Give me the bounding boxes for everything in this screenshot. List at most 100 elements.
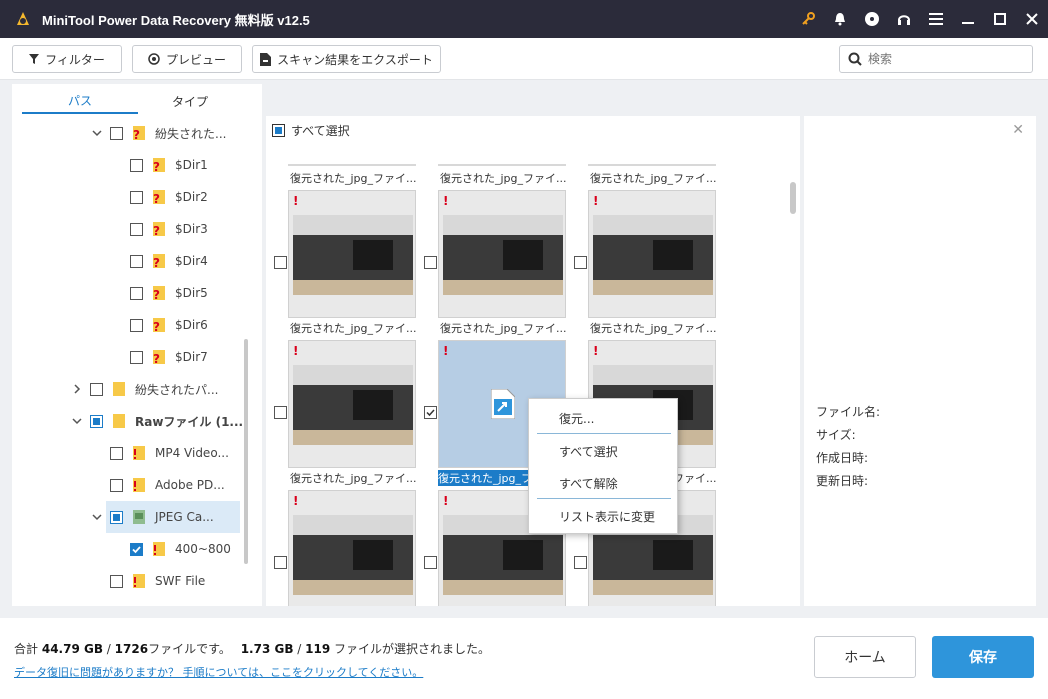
image-folder-icon — [131, 509, 147, 525]
menu-item-list-view[interactable]: リスト表示に変更 — [559, 508, 655, 525]
tree-checkbox[interactable] — [130, 190, 143, 204]
tree-checkbox[interactable] — [110, 574, 123, 588]
tree-item[interactable]: ? $Dir4 — [12, 245, 262, 277]
tree-checkbox[interactable] — [90, 382, 103, 396]
tree-checkbox[interactable] — [130, 350, 143, 364]
warning-icon: ! — [443, 494, 449, 508]
menu-item-deselect-all[interactable]: すべて解除 — [559, 475, 618, 492]
export-button[interactable]: スキャン結果をエクスポート — [252, 45, 441, 73]
warning-icon: ! — [593, 194, 599, 208]
save-button[interactable]: 保存 — [932, 636, 1034, 678]
file-checkbox[interactable] — [274, 406, 287, 419]
headset-icon[interactable] — [888, 0, 920, 38]
file-name[interactable]: 復元された_jpg_ファイ... — [290, 320, 420, 336]
select-all[interactable]: すべて選択 — [272, 122, 350, 139]
tree-checkbox[interactable] — [110, 478, 123, 492]
tree-checkbox[interactable] — [130, 222, 143, 236]
tab-type[interactable]: タイプ — [138, 88, 242, 114]
tree-item-label: $Dir7 — [175, 350, 208, 364]
tab-path[interactable]: パス — [22, 88, 138, 114]
chevron-down-icon[interactable] — [90, 510, 104, 524]
tree-item[interactable]: Rawファイル (1... — [12, 405, 262, 437]
tree-checkbox[interactable] — [130, 286, 143, 300]
file-thumbnail[interactable]: ! — [438, 190, 566, 318]
help-link[interactable]: データ復旧に問題がありますか？ 手順については、ここをクリックしてください。 — [14, 664, 423, 680]
left-panel: パス タイプ ? 紛失された... ? $Dir1 ? $Dir2 ? $Dir… — [12, 84, 262, 606]
photo-thumbnail — [443, 215, 563, 295]
photo-thumbnail — [293, 365, 413, 445]
file-checkbox[interactable] — [424, 556, 437, 569]
file-checkbox[interactable] — [574, 256, 587, 269]
folder-warning-icon — [151, 541, 167, 557]
tree-item[interactable]: JPEG Ca... — [12, 501, 262, 533]
file-name-selected[interactable]: 復元された_jpg_フ... — [438, 470, 534, 486]
tree-item[interactable]: ? $Dir5 — [12, 277, 262, 309]
tree-checkbox[interactable] — [110, 446, 123, 460]
file-thumbnail[interactable]: ! — [288, 490, 416, 606]
tree-item[interactable]: MP4 Video... — [12, 437, 262, 469]
warning-icon: ! — [443, 344, 449, 358]
menu-item-recover[interactable]: 復元... — [559, 410, 594, 427]
tree-checkbox[interactable] — [130, 318, 143, 332]
chevron-down-icon[interactable] — [90, 126, 104, 140]
file-thumbnail[interactable]: ! — [288, 190, 416, 318]
filter-button[interactable]: フィルター — [12, 45, 122, 73]
menu-item-select-all[interactable]: すべて選択 — [559, 443, 618, 460]
tree-checkbox[interactable] — [90, 414, 103, 428]
file-checkbox[interactable] — [274, 256, 287, 269]
tree-item[interactable]: ? $Dir6 — [12, 309, 262, 341]
search-input[interactable] — [868, 52, 1018, 66]
tree-checkbox[interactable] — [130, 254, 143, 268]
tree-scrollbar[interactable] — [244, 339, 248, 564]
file-name[interactable]: 復元された_jpg_ファイ... — [590, 170, 720, 186]
tree-item[interactable]: SWF File — [12, 565, 262, 597]
tree-checkbox[interactable] — [130, 542, 143, 556]
file-name[interactable]: 復元された_jpg_ファイ... — [290, 170, 420, 186]
close-icon[interactable] — [1016, 0, 1048, 38]
tree-item[interactable]: ? $Dir3 — [12, 213, 262, 245]
tree-item-label: $Dir5 — [175, 286, 208, 300]
disc-icon[interactable] — [856, 0, 888, 38]
tree-item[interactable]: ? $Dir1 — [12, 149, 262, 181]
grid-scrollbar[interactable] — [790, 182, 796, 214]
file-name[interactable]: 復元された_jpg_ファイ... — [290, 470, 420, 486]
tree-item[interactable]: 400~800 — [12, 533, 262, 565]
photo-thumbnail — [293, 215, 413, 295]
svg-text:?: ? — [153, 224, 160, 237]
tree-item[interactable]: ? $Dir2 — [12, 181, 262, 213]
file-thumbnail[interactable]: ! — [588, 190, 716, 318]
info-created-label: 作成日時: — [816, 451, 869, 465]
tree-item[interactable]: ? $Dir7 — [12, 341, 262, 373]
tree-checkbox[interactable] — [110, 126, 123, 140]
tree-checkbox[interactable] — [130, 158, 143, 172]
minimize-icon[interactable] — [952, 0, 984, 38]
file-name[interactable]: 復元された_jpg_ファイ... — [440, 170, 570, 186]
file-checkbox[interactable] — [274, 556, 287, 569]
chevron-down-icon[interactable] — [70, 414, 84, 428]
file-checkbox-checked[interactable] — [424, 406, 437, 419]
file-name[interactable]: 復元された_jpg_ファイ... — [590, 320, 720, 336]
search-box[interactable] — [839, 45, 1033, 73]
tree-item[interactable]: Adobe PD... — [12, 469, 262, 501]
bell-icon[interactable] — [824, 0, 856, 38]
svg-text:?: ? — [133, 128, 140, 141]
key-icon[interactable] — [792, 0, 824, 38]
tree-item[interactable]: ? 紛失された... — [12, 117, 262, 149]
tree-item[interactable]: 紛失されたパ... — [12, 373, 262, 405]
file-thumbnail[interactable]: ! — [288, 340, 416, 468]
svg-text:?: ? — [153, 192, 160, 205]
select-all-checkbox[interactable] — [272, 124, 285, 137]
file-checkbox[interactable] — [424, 256, 437, 269]
preview-button[interactable]: プレビュー — [132, 45, 242, 73]
home-button[interactable]: ホーム — [814, 636, 916, 678]
file-checkbox[interactable] — [574, 556, 587, 569]
title-bar: MiniTool Power Data Recovery 無料版 v12.5 — [0, 0, 1048, 38]
close-panel-icon[interactable]: ✕ — [1012, 122, 1024, 138]
chevron-right-icon[interactable] — [70, 382, 84, 396]
menu-icon[interactable] — [920, 0, 952, 38]
info-size-label: サイズ: — [816, 428, 856, 442]
file-name[interactable]: 復元された_jpg_ファイ... — [440, 320, 570, 336]
maximize-icon[interactable] — [984, 0, 1016, 38]
toolbar: フィルター プレビュー スキャン結果をエクスポート — [0, 38, 1048, 80]
tree-checkbox[interactable] — [110, 510, 123, 524]
